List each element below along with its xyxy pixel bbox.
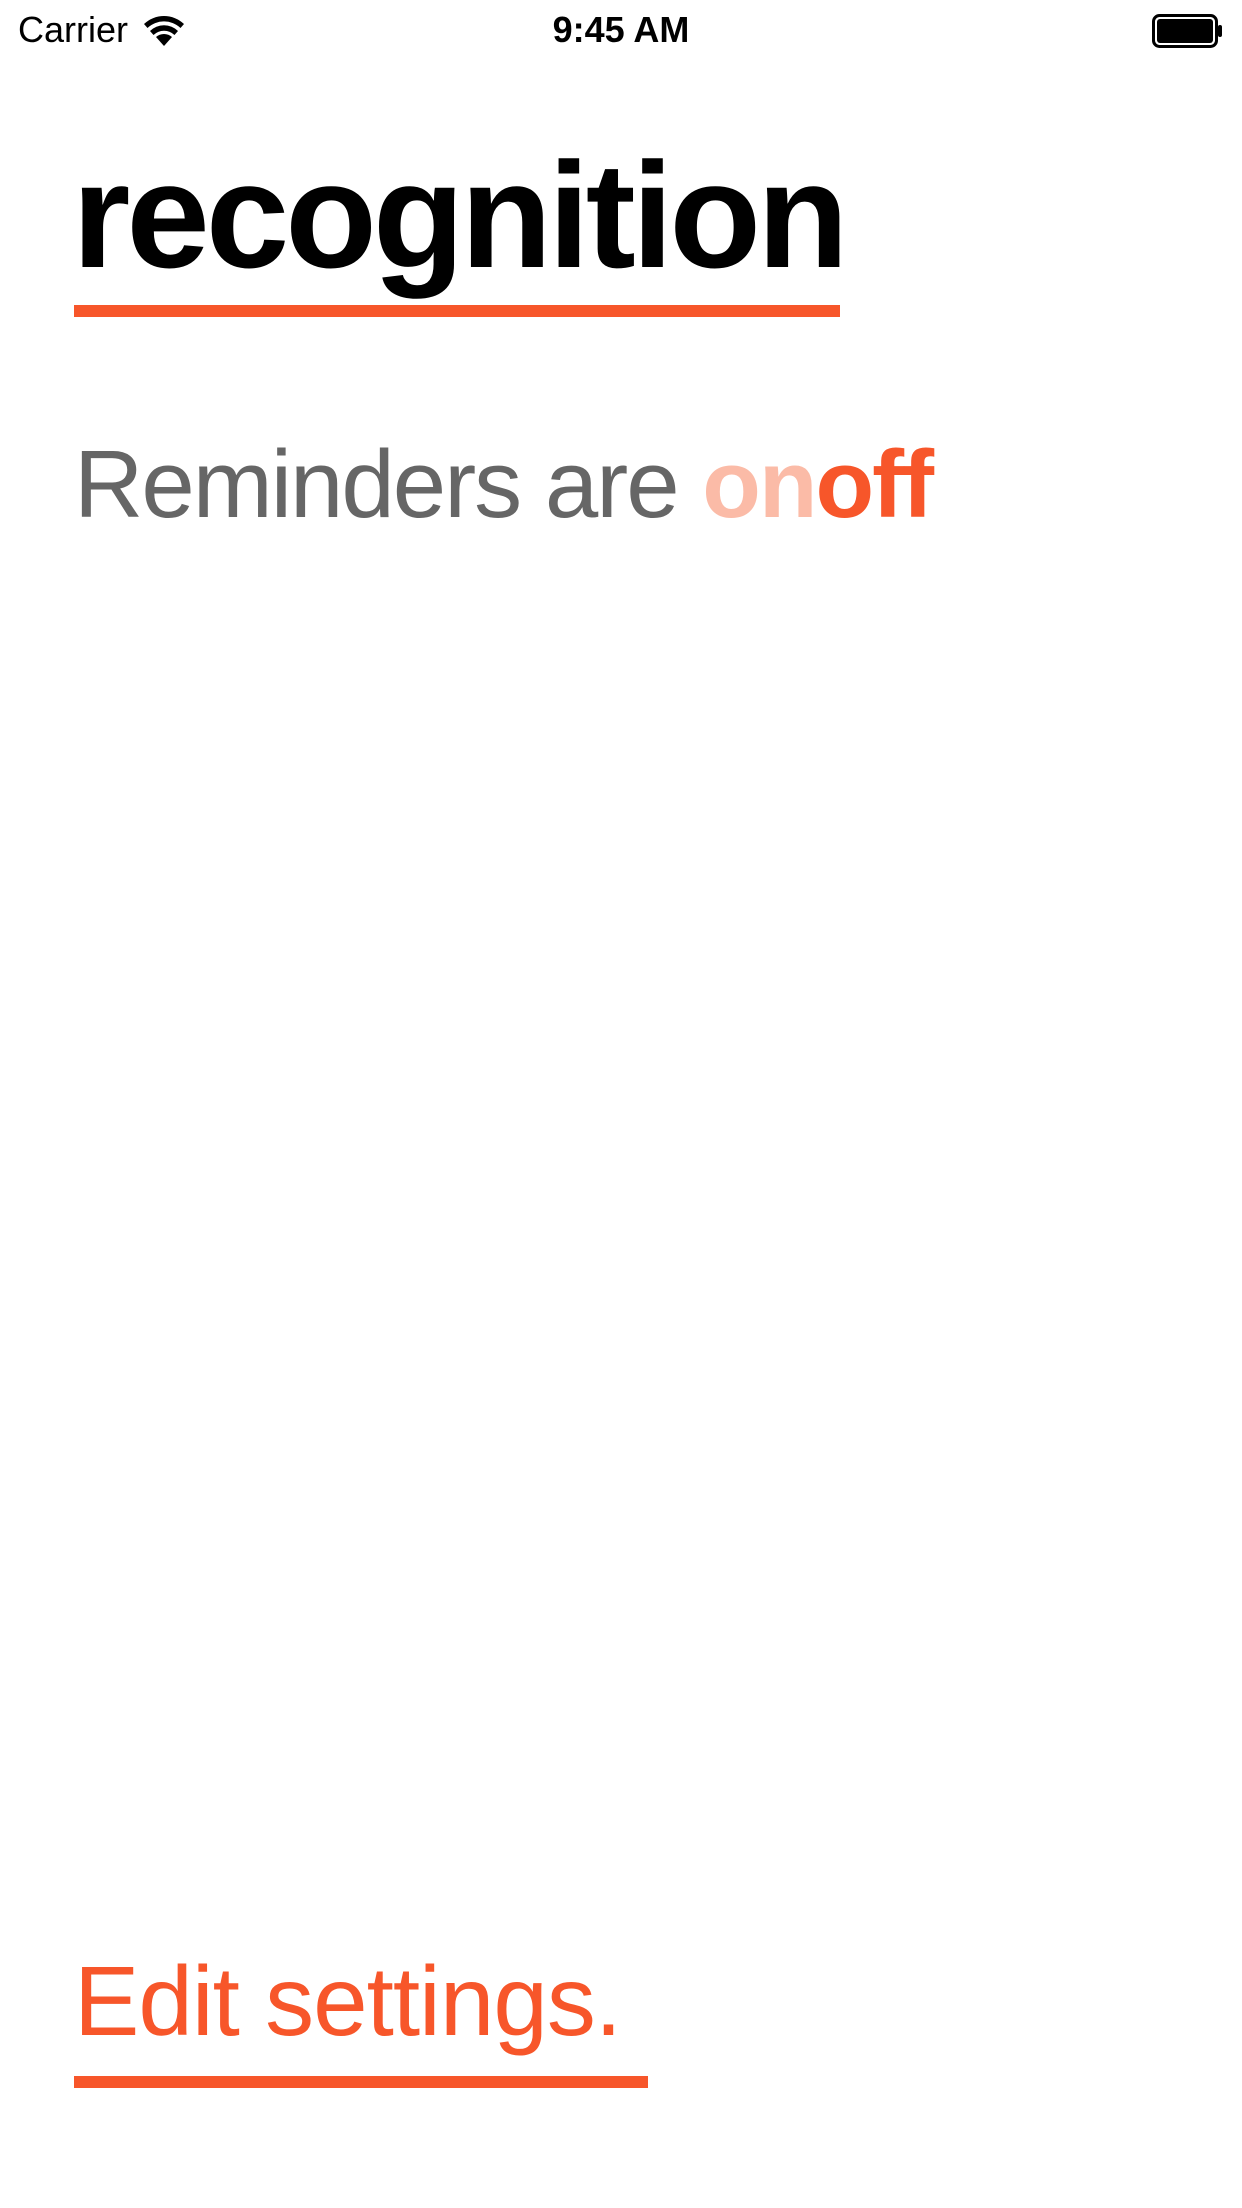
reminders-on-toggle[interactable]: on: [702, 431, 817, 538]
reminders-status: Reminders are onoff: [74, 430, 935, 540]
page-title: recognition: [72, 131, 849, 299]
title-underline: [74, 305, 840, 317]
edit-settings-link[interactable]: Edit settings.: [74, 1945, 622, 2057]
reminders-off-toggle[interactable]: off: [816, 431, 935, 538]
battery-icon: [1152, 14, 1222, 48]
status-bar: Carrier 9:45 AM: [0, 0, 1242, 60]
status-time: 9:45 AM: [552, 9, 690, 50]
edit-settings-underline: [74, 2076, 648, 2088]
reminders-prefix-label: Reminders are: [74, 431, 703, 538]
